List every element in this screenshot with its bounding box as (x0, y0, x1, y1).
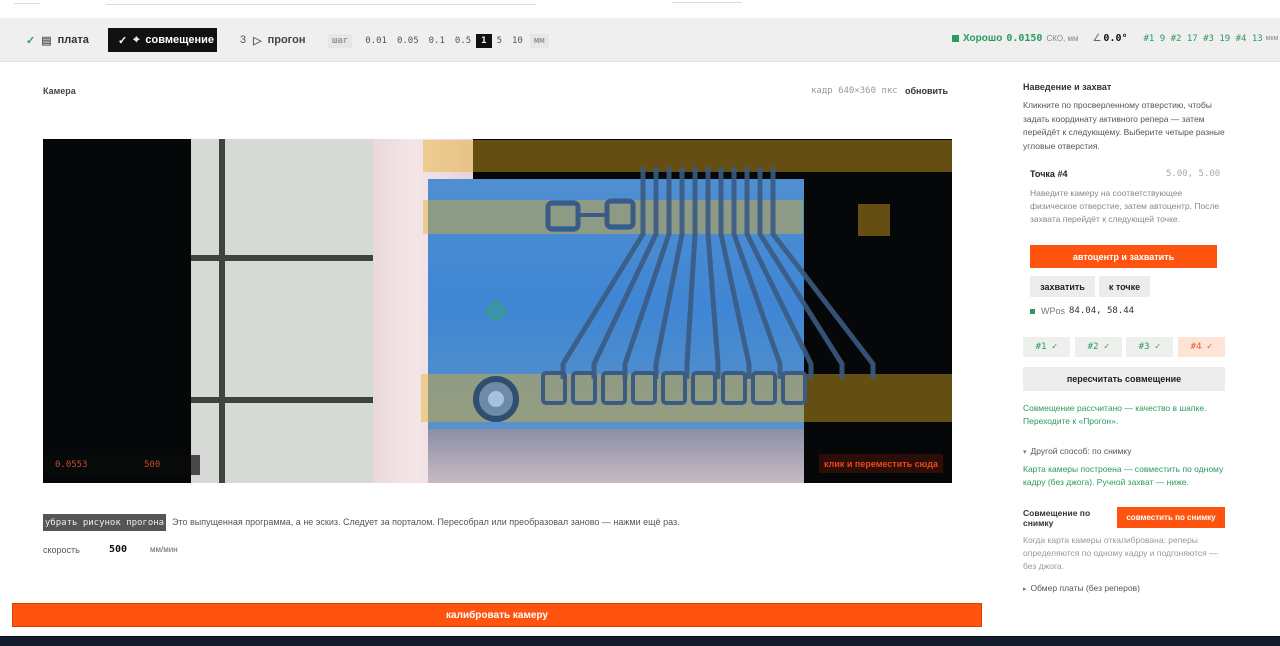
step-alignment[interactable]: ✓ ⌖ совмещение (108, 28, 217, 52)
speed-value[interactable]: 500 (109, 544, 127, 555)
calibrate-camera-button[interactable]: калибровать камеру (12, 603, 982, 627)
wpos-label: WPos (1041, 306, 1066, 316)
fiducial-2[interactable]: #2 ✓ (1075, 337, 1122, 357)
capture-button[interactable]: захватить (1030, 276, 1095, 297)
step-label: прогон (267, 34, 306, 46)
top-input[interactable] (106, 0, 536, 5)
program-hint: Это выпущенная программа, а не эскиз. Сл… (172, 517, 680, 527)
alignment-quality: Хорошо 0.0150 СКО, мм ∠ 0.0° #1 9 #2 17 … (952, 33, 1278, 44)
goto-point-button[interactable]: к точке (1099, 276, 1150, 297)
alt-method-label: Другой способ: по снимку (1030, 446, 1132, 456)
step-board[interactable]: ✓ ▤ плата (26, 28, 89, 52)
point-description: Наведите камеру на соответствующее физич… (1030, 188, 1220, 224)
overlay-value: 0.0553 (55, 460, 88, 470)
step-unit: мм (529, 33, 549, 48)
snapshot-align-button[interactable]: совместить по снимку (1117, 507, 1225, 528)
overlay-speed: 500 (144, 460, 161, 470)
speed-label: скорость (43, 545, 80, 555)
step-option[interactable]: 10 (507, 34, 528, 48)
quality-status: Хорошо (963, 33, 1003, 44)
snapshot-description: Когда карта камеры откалибрована: реперы… (1023, 535, 1218, 571)
board-icon: ▤ (41, 34, 52, 47)
program-overlay (421, 140, 952, 422)
top-strip (0, 0, 1280, 18)
top-control-2[interactable] (672, 0, 742, 3)
crosshair-marker (484, 299, 508, 323)
quality-value: 0.0150 (1006, 33, 1043, 44)
alt-method-toggle[interactable]: ▾ Другой способ: по снимку (1023, 446, 1131, 456)
step-option[interactable]: 0.05 (392, 34, 424, 48)
camera-view[interactable]: 0.0553 500 клик и переместить сюда (43, 139, 952, 483)
status-square-icon (1030, 308, 1035, 314)
fiducial-1[interactable]: #1 ✓ (1023, 337, 1070, 357)
top-control[interactable] (14, 0, 40, 4)
recalc-alignment-button[interactable]: пересчитать совмещение (1023, 367, 1225, 391)
footer-bar (0, 636, 1280, 646)
speed-unit: мм/мин (150, 545, 178, 554)
measure-label: Обмер платы (без реперов) (1030, 583, 1140, 593)
panel-title: Наведение и захват (1023, 82, 1112, 92)
status-square-icon (952, 35, 959, 42)
step-option-selected[interactable]: 1 (476, 33, 492, 48)
step-option[interactable]: 0.5 (450, 34, 476, 48)
point-errors-unit: мкм (1265, 35, 1279, 42)
check-icon: ✓ (26, 34, 36, 47)
hide-program-button[interactable]: убрать рисунок прогона (43, 514, 166, 531)
wpos-value: 84.04, 58.44 (1069, 306, 1135, 316)
step-size-label: шаг (328, 33, 353, 48)
alt-method-text: Карта камеры построена — совместить по о… (1023, 464, 1224, 487)
refresh-button[interactable]: обновить (905, 86, 948, 96)
angle-icon: ∠ (1092, 33, 1102, 44)
play-icon: ▷ (253, 34, 262, 47)
frame-info: кадр 640×360 пкс (811, 86, 898, 96)
alignment-result: Совмещение рассчитано — качество в шапке… (1023, 403, 1207, 426)
point-title: Точка #4 (1030, 169, 1068, 179)
click-move-button[interactable]: клик и переместить сюда (819, 454, 943, 473)
measure-toggle[interactable]: ▸ Обмер платы (без реперов) (1023, 583, 1140, 593)
fiducial-4[interactable]: #4 ✓ (1178, 337, 1225, 357)
fiducial-3[interactable]: #3 ✓ (1126, 337, 1173, 357)
step-label: совмещение (145, 34, 215, 46)
step-run[interactable]: 3 ▷ прогон (240, 28, 305, 52)
step-option[interactable]: 0.01 (360, 34, 392, 48)
step-option[interactable]: 5 (492, 34, 507, 48)
check-icon: ✓ (118, 34, 128, 47)
step-number: 3 (240, 34, 247, 46)
caret-down-icon: ▾ (1023, 449, 1027, 456)
panel-description: Кликните по просверленному отверстию, чт… (1023, 100, 1225, 151)
step-label: плата (57, 34, 89, 46)
work-position: WPos 84.04, 58.44 (1030, 306, 1134, 316)
quality-unit: СКО, мм (1046, 34, 1079, 43)
step-option[interactable]: 0.1 (424, 34, 450, 48)
point-errors: #1 9 #2 17 #3 19 #4 13 (1143, 33, 1263, 44)
step-size-selector: шаг 0.01 0.05 0.1 0.5 1 5 10 мм (328, 32, 549, 49)
caret-right-icon: ▸ (1023, 586, 1027, 593)
angle-value: 0.0° (1103, 33, 1128, 44)
point-coords: 5.00, 5.00 (1166, 169, 1221, 179)
autocenter-capture-button[interactable]: автоцентр и захватить (1030, 245, 1217, 268)
snapshot-label: Совмещение по снимку (1023, 508, 1091, 528)
camera-title: Камера (43, 86, 76, 96)
crosshair-icon: ⌖ (133, 33, 140, 46)
